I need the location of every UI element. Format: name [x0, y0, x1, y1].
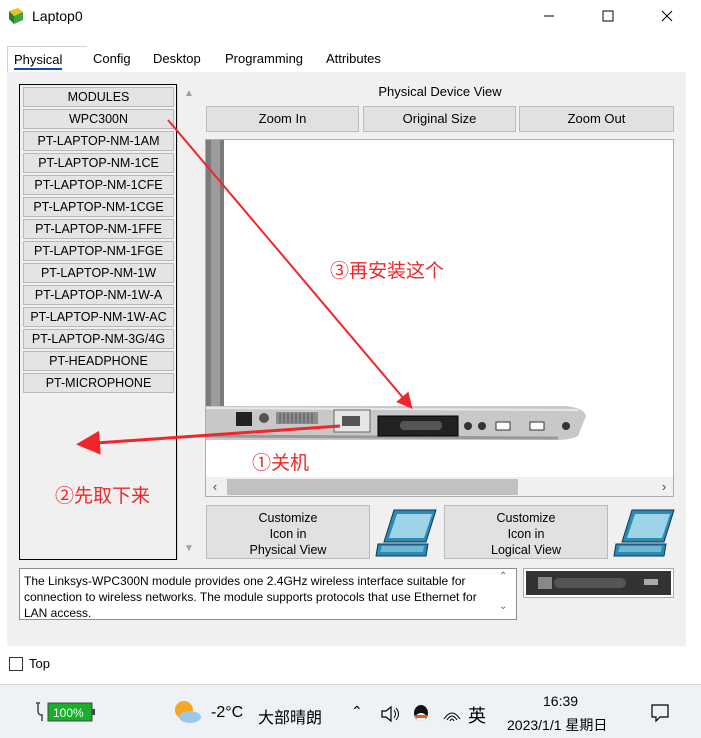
chevron-up-icon[interactable]: ⌃ — [351, 703, 363, 720]
qq-icon[interactable] — [410, 703, 432, 725]
weather-text[interactable]: 大部晴朗 — [258, 704, 322, 728]
taskbar: 100% -2°C 大部晴朗 ⌃ 英 16:39 2023/1/1 星期日 — [0, 685, 701, 738]
annotation-step2: ②先取下来 — [55, 486, 151, 507]
wifi-icon[interactable] — [442, 705, 462, 723]
notification-icon[interactable] — [650, 703, 670, 723]
ime-indicator[interactable]: 英 — [468, 702, 486, 728]
clock-date[interactable]: 2023/1/1 星期日 — [507, 715, 607, 735]
weather-partly-cloudy-icon[interactable] — [172, 699, 202, 725]
temperature[interactable]: -2°C — [211, 704, 243, 722]
clock-time[interactable]: 16:39 — [543, 693, 578, 709]
speaker-icon[interactable] — [380, 705, 402, 723]
battery-percent: 100% — [53, 706, 84, 720]
annotation-step3: ③再安装这个 — [330, 261, 445, 282]
arrow-remove — [76, 424, 341, 455]
annotation-step1: ①关机 — [252, 453, 310, 474]
annotation-arrows — [76, 119, 413, 455]
